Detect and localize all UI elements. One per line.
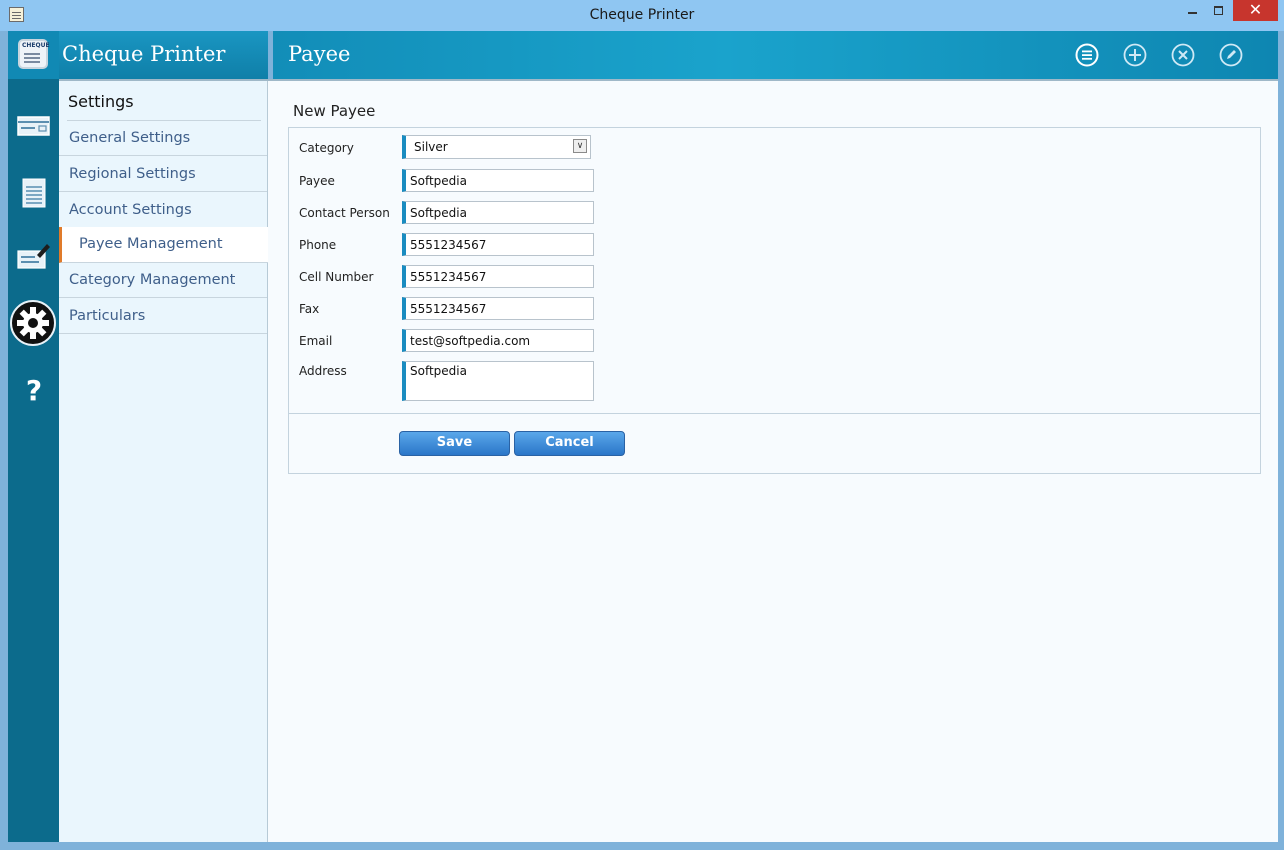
address-label: Address (299, 364, 347, 378)
edit-icon[interactable] (1219, 43, 1243, 67)
contact-person-input[interactable] (402, 201, 594, 224)
menu-title: Settings (68, 92, 134, 111)
logo-text: CHEQUE (22, 42, 50, 49)
settings-gear-icon[interactable] (8, 300, 59, 346)
form-divider (289, 413, 1260, 414)
fax-input[interactable] (402, 297, 594, 320)
menu-item-particulars[interactable]: Particulars (59, 299, 267, 334)
email-input[interactable] (402, 329, 594, 352)
page-title: Payee (288, 42, 351, 66)
app-header: Cheque Printer (59, 31, 268, 79)
left-nav-rail: CHEQUE ? (8, 31, 59, 842)
category-select[interactable]: Silver ∨ (402, 135, 591, 159)
logo-area: CHEQUE (8, 31, 59, 79)
window-title: Cheque Printer (589, 7, 695, 23)
list-icon[interactable] (1075, 43, 1099, 67)
payee-form: Category Silver ∨ Payee Contact Person P… (288, 127, 1261, 474)
form-title: New Payee (293, 102, 376, 120)
main-content: New Payee Category Silver ∨ Payee Contac… (268, 81, 1278, 842)
close-window-button[interactable]: ✕ (1233, 0, 1278, 21)
menu-item-payee-management[interactable]: Payee Management (59, 227, 268, 263)
menu-item-general-settings[interactable]: General Settings (59, 121, 267, 156)
phone-label: Phone (299, 238, 337, 252)
menu-item-account-settings[interactable]: Account Settings (59, 193, 267, 228)
chevron-down-icon[interactable]: ∨ (573, 139, 587, 153)
cheque-icon[interactable] (8, 107, 59, 147)
svg-text:?: ? (26, 374, 42, 407)
cancel-button[interactable]: Cancel (514, 431, 625, 456)
maximize-button[interactable] (1206, 0, 1232, 22)
address-textarea[interactable]: Softpedia (402, 361, 594, 401)
delete-icon[interactable] (1171, 43, 1195, 67)
phone-input[interactable] (402, 233, 594, 256)
fax-label: Fax (299, 302, 320, 316)
report-icon[interactable] (8, 173, 59, 213)
category-selected-value: Silver (414, 140, 448, 154)
category-label: Category (299, 141, 354, 155)
cell-number-input[interactable] (402, 265, 594, 288)
cheque-edit-icon[interactable] (8, 237, 59, 277)
window-bottom-border (0, 842, 1284, 850)
app-name: Cheque Printer (62, 42, 226, 66)
help-icon[interactable]: ? (8, 369, 59, 409)
add-icon[interactable] (1123, 43, 1147, 67)
cell-number-label: Cell Number (299, 270, 374, 284)
menu-item-category-management[interactable]: Category Management (59, 263, 267, 298)
save-button[interactable]: Save (399, 431, 510, 456)
page-header: Payee (273, 31, 1278, 79)
app-logo-icon: CHEQUE (18, 39, 50, 69)
payee-label: Payee (299, 174, 335, 188)
minimize-button[interactable] (1180, 0, 1206, 22)
email-label: Email (299, 334, 333, 348)
settings-menu: Settings General Settings Regional Setti… (59, 81, 268, 842)
menu-item-regional-settings[interactable]: Regional Settings (59, 157, 267, 192)
contact-person-label: Contact Person (299, 206, 390, 220)
payee-input[interactable] (402, 169, 594, 192)
window-titlebar: Cheque Printer ✕ (0, 0, 1284, 31)
